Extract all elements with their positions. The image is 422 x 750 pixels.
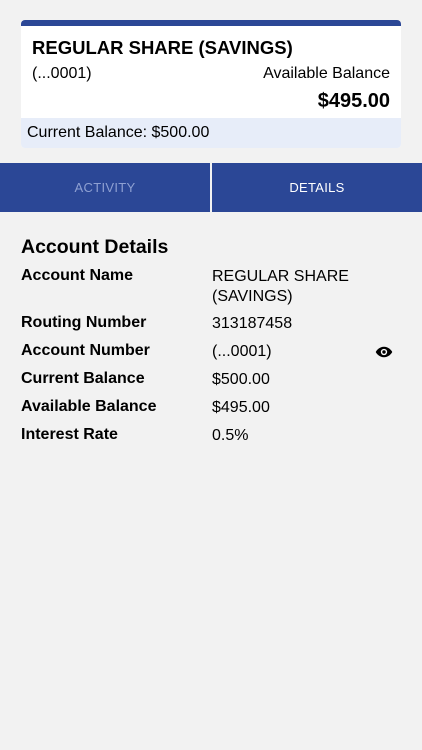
- detail-label: Account Name: [21, 267, 134, 284]
- section-title-account-details: Account Details: [21, 236, 169, 258]
- available-balance-value: $495.00: [317, 90, 390, 112]
- detail-value: 0.5%: [212, 427, 249, 444]
- account-masked-number: (...0001): [32, 65, 92, 82]
- tab-bar: ACTIVITY DETAILS: [0, 163, 422, 212]
- current-balance-strip: Current Balance: $500.00: [21, 118, 401, 148]
- account-summary-card: REGULAR SHARE (SAVINGS) (...0001) Availa…: [21, 20, 401, 148]
- detail-value: REGULAR SHARE (SAVINGS): [212, 268, 349, 305]
- detail-label: Current Balance: [21, 370, 145, 387]
- card-accent-stripe: [21, 20, 401, 26]
- tab-details[interactable]: DETAILS: [212, 163, 422, 212]
- detail-label: Interest Rate: [21, 426, 118, 443]
- eye-icon[interactable]: [375, 343, 393, 361]
- detail-value: 313187458: [212, 315, 293, 332]
- detail-value: $495.00: [212, 399, 270, 416]
- detail-value: $500.00: [212, 371, 270, 388]
- detail-label: Account Number: [21, 342, 150, 359]
- detail-label: Available Balance: [21, 398, 157, 415]
- detail-value: (...0001): [212, 343, 272, 360]
- detail-label: Routing Number: [21, 314, 147, 331]
- tab-activity[interactable]: ACTIVITY: [0, 163, 212, 212]
- account-title: REGULAR SHARE (SAVINGS): [32, 37, 293, 58]
- available-balance-label: Available Balance: [263, 65, 390, 82]
